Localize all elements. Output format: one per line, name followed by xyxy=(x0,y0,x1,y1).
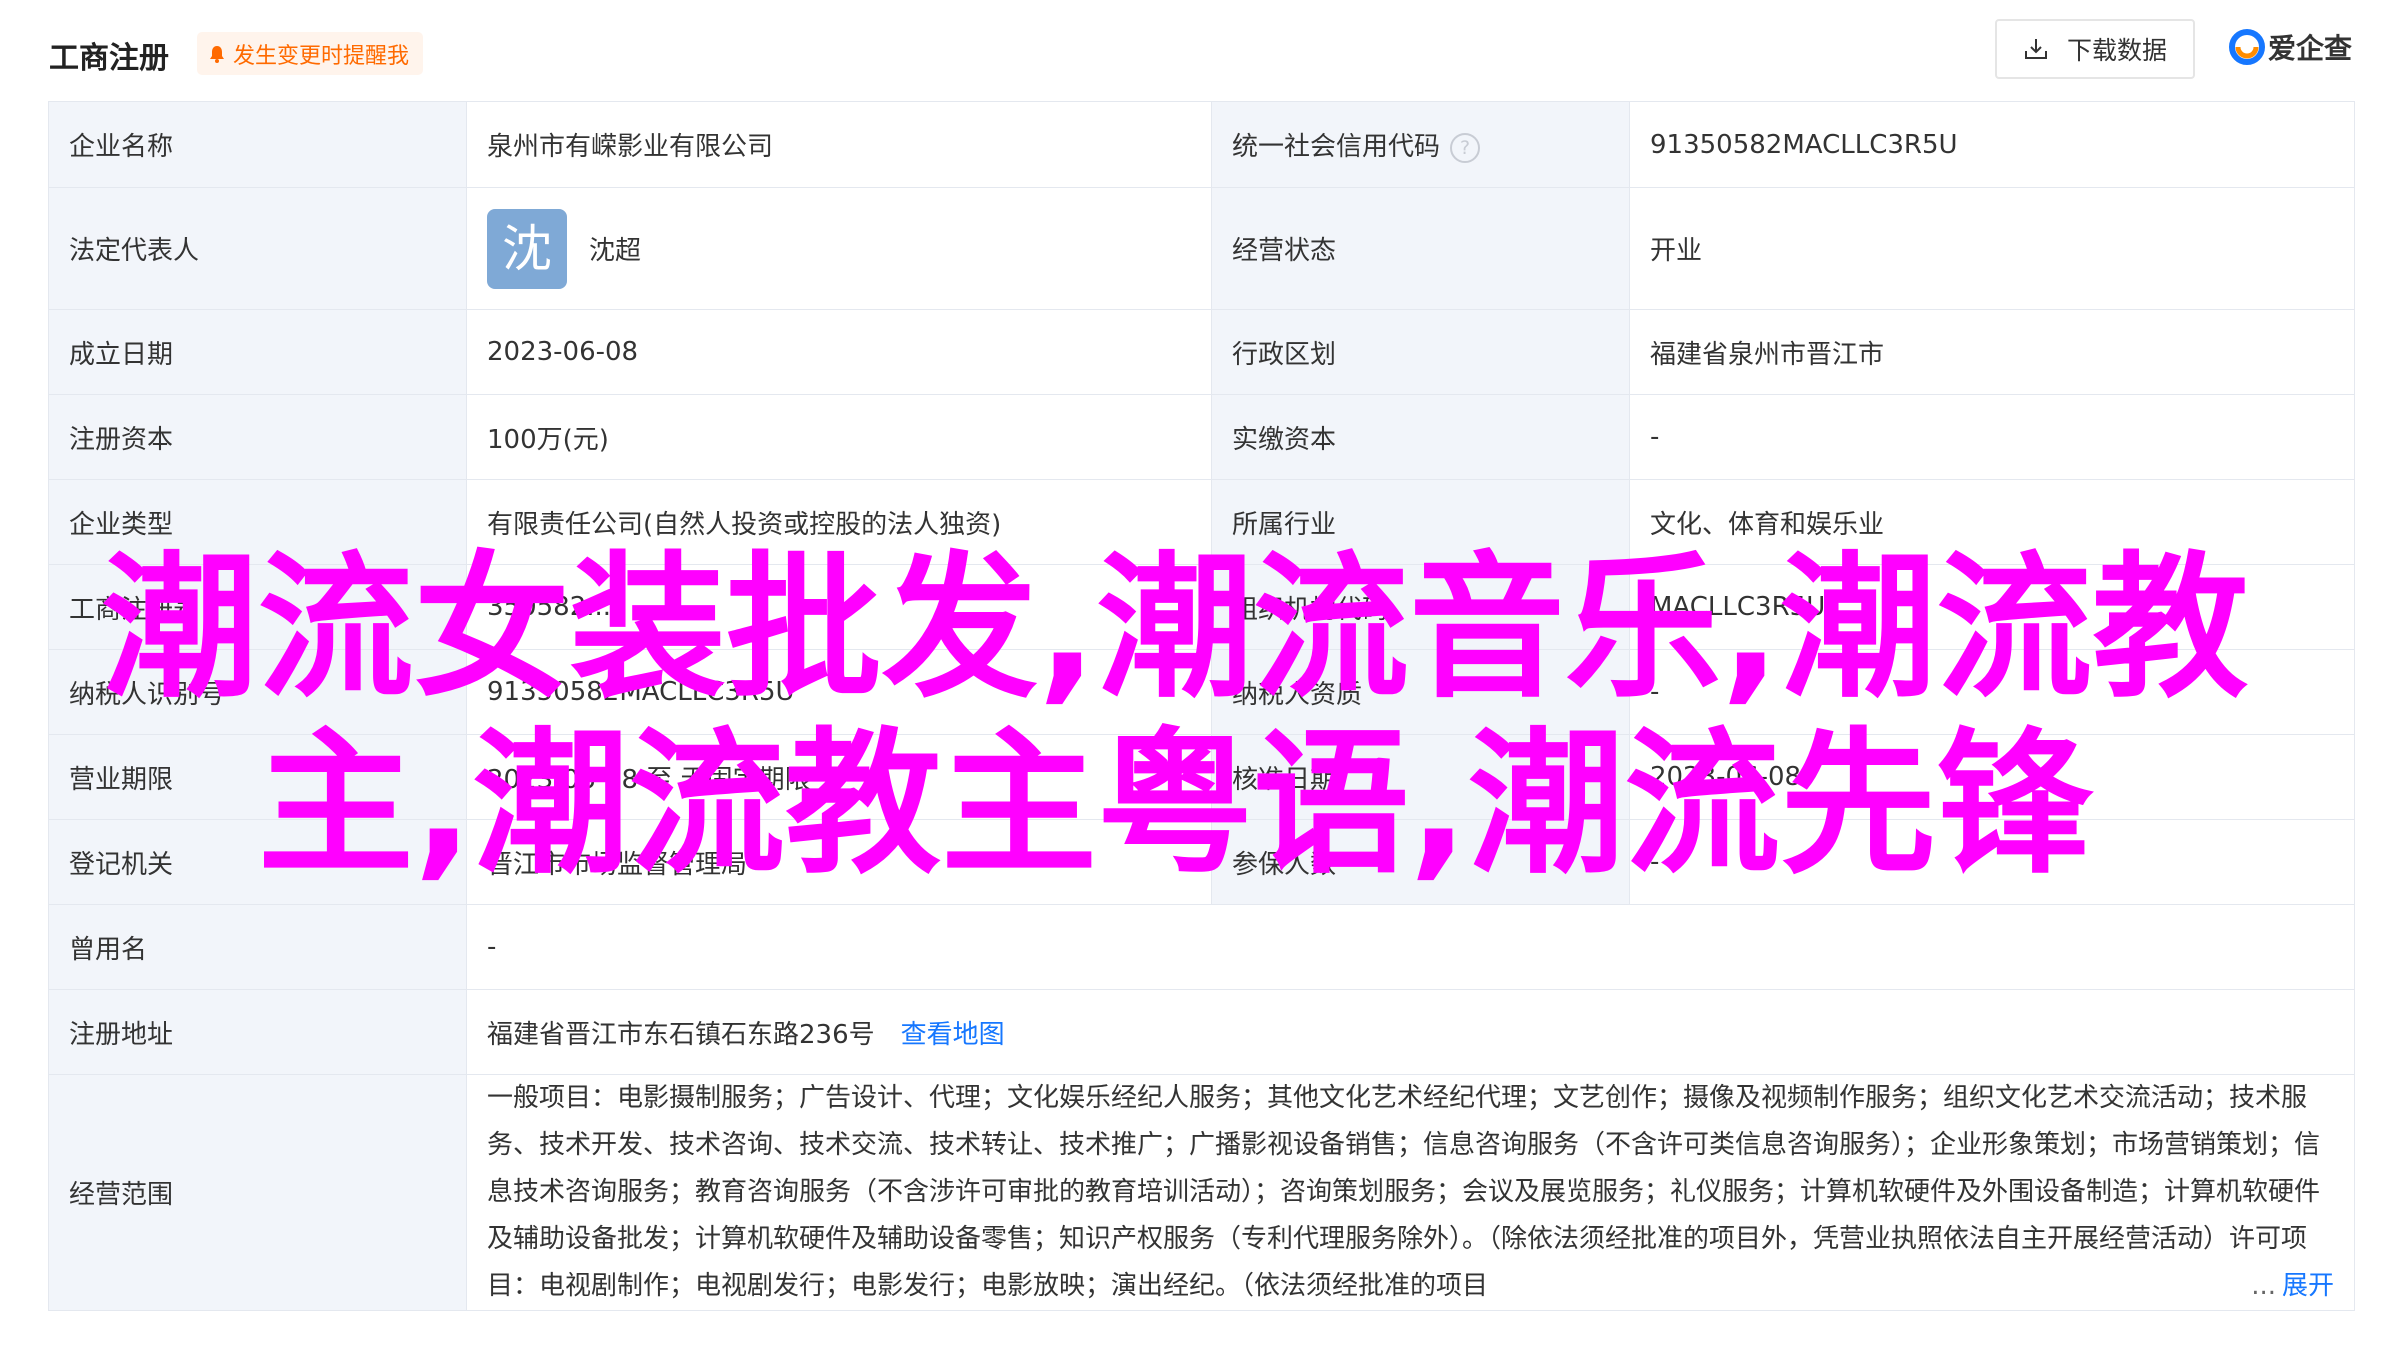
change-alert-button[interactable]: 发生变更时提醒我 xyxy=(197,32,424,75)
label-credit-code-text: 统一社会信用代码 xyxy=(1232,132,1441,162)
label-admin-region: 行政区划 xyxy=(1211,309,1630,395)
value-founded-date: 2023-06-08 xyxy=(466,309,1212,395)
value-business-scope: 一般项目：电影摄制服务；广告设计、代理；文化娱乐经纪人服务；其他文化艺术经纪代理… xyxy=(466,1074,2355,1311)
aiqicha-logo-text: 爱企查 xyxy=(2268,32,2353,65)
label-company-name: 企业名称 xyxy=(48,101,467,188)
change-alert-label: 发生变更时提醒我 xyxy=(233,43,410,69)
section-title: 工商注册 xyxy=(49,41,169,76)
section-header: 工商注册 发生变更时提醒我 下载数据 爱企查 xyxy=(0,0,2388,100)
table-row: 成立日期 2023-06-08 行政区划 福建省泉州市晋江市 xyxy=(48,309,2355,395)
watermark-overlay-text: 潮流女装批发,潮流音乐,潮流教 主,潮流教主粤语,潮流先锋 xyxy=(50,540,2300,892)
ellipsis: ... xyxy=(2251,1271,2276,1301)
value-credit-code: 91350582MACLLC3R5U xyxy=(1629,101,2355,188)
label-paid-capital: 实缴资本 xyxy=(1211,394,1630,480)
label-legal-rep: 法定代表人 xyxy=(48,187,467,310)
table-row: 法定代表人 沈沈超 经营状态 开业 xyxy=(48,187,2355,310)
download-data-button[interactable]: 下载数据 xyxy=(1995,19,2195,79)
label-operating-status: 经营状态 xyxy=(1211,187,1630,310)
aiqicha-logo-icon xyxy=(2229,29,2265,65)
label-business-scope: 经营范围 xyxy=(48,1074,467,1311)
table-row: 企业名称 泉州市有嵘影业有限公司 统一社会信用代码? 91350582MACLL… xyxy=(48,101,2355,188)
value-former-name: - xyxy=(466,904,2355,990)
bell-icon xyxy=(210,45,224,63)
label-credit-code: 统一社会信用代码? xyxy=(1211,101,1630,188)
aiqicha-logo[interactable]: 爱企查 xyxy=(2228,27,2352,67)
table-row: 注册资本 100万(元) 实缴资本 - xyxy=(48,394,2355,480)
label-registered-capital: 注册资本 xyxy=(48,394,467,480)
label-registered-address: 注册地址 xyxy=(48,989,467,1075)
download-icon xyxy=(2024,39,2047,59)
label-former-name: 曾用名 xyxy=(48,904,467,990)
overlay-line-2: 主,潮流教主粤语,潮流先锋 xyxy=(257,713,2093,895)
download-data-label: 下载数据 xyxy=(2066,36,2167,65)
business-scope-text: 一般项目：电影摄制服务；广告设计、代理；文化娱乐经纪人服务；其他文化艺术经纪代理… xyxy=(487,1083,2321,1301)
label-founded-date: 成立日期 xyxy=(48,309,467,395)
table-row: 经营范围 一般项目：电影摄制服务；广告设计、代理；文化娱乐经纪人服务；其他文化艺… xyxy=(48,1074,2355,1311)
legal-rep-name-link[interactable]: 沈超 xyxy=(589,230,641,267)
business-scope-container: 一般项目：电影摄制服务；广告设计、代理；文化娱乐经纪人服务；其他文化艺术经纪代理… xyxy=(487,1075,2334,1310)
address-text: 福建省晋江市东石镇石东路236号 xyxy=(487,1019,875,1050)
value-paid-capital: - xyxy=(1629,394,2355,480)
overlay-line-1: 潮流女装批发,潮流音乐,潮流教 xyxy=(101,537,2249,719)
avatar: 沈 xyxy=(487,208,567,289)
value-company-name: 泉州市有嵘影业有限公司 xyxy=(466,101,1212,188)
help-icon[interactable]: ? xyxy=(1450,132,1481,163)
value-admin-region: 福建省泉州市晋江市 xyxy=(1629,309,2355,395)
value-operating-status: 开业 xyxy=(1629,187,2355,310)
view-map-link[interactable]: 查看地图 xyxy=(901,1020,1005,1050)
value-registered-address: 福建省晋江市东石镇石东路236号 查看地图 xyxy=(466,989,2355,1075)
value-legal-rep: 沈沈超 xyxy=(466,187,1212,310)
value-registered-capital: 100万(元) xyxy=(466,394,1212,480)
table-row: 注册地址 福建省晋江市东石镇石东路236号 查看地图 xyxy=(48,989,2355,1075)
expand-link[interactable]: 展开 xyxy=(2282,1271,2334,1301)
expand-control: ... 展开 xyxy=(2243,1263,2334,1310)
table-row: 曾用名 - xyxy=(48,904,2355,990)
